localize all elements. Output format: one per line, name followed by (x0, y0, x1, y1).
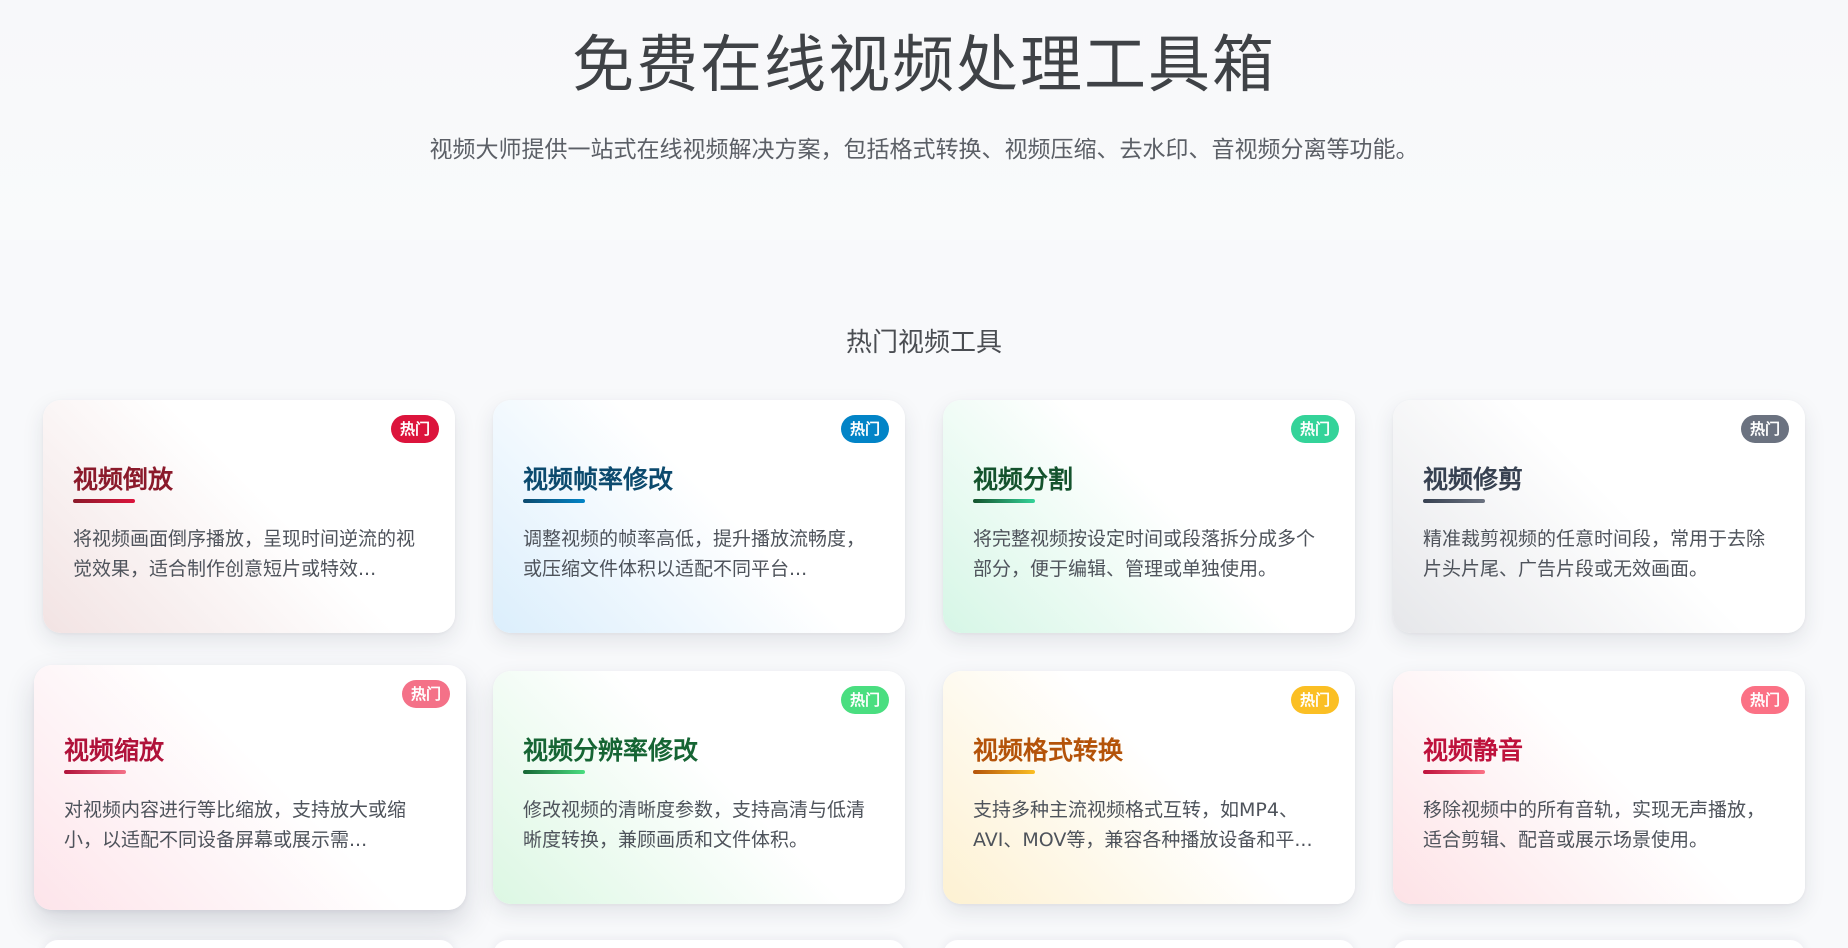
card-description: 修改视频的清晰度参数，支持高清与低清晰度转换，兼顾画质和文件体积。 (523, 799, 866, 851)
card-title: 视频倒放 (73, 465, 174, 494)
card-description: 将视频画面倒序播放，呈现时间逆流的视觉效果，适合制作创意短片或特效... (73, 528, 416, 580)
title-underline (523, 499, 585, 503)
tool-card-partial[interactable] (43, 940, 455, 948)
title-underline (973, 499, 1035, 503)
card-title: 视频分辨率修改 (523, 736, 699, 765)
card-title: 视频修剪 (1423, 465, 1524, 494)
card-title: 视频缩放 (64, 736, 165, 765)
page: 免费在线视频处理工具箱 视频大师提供一站式在线视频解决方案，包括格式转换、视频压… (0, 0, 1848, 948)
tool-card-grid: 热门 视频倒放 将视频画面倒序播放，呈现时间逆流的视觉效果，适合制作创意短片或特… (0, 0, 1848, 948)
tool-card-frame-rate[interactable]: 热门 视频帧率修改 调整视频的帧率高低，提升播放流畅度，或压缩文件体积以适配不同… (493, 400, 905, 633)
tool-card-video-trim[interactable]: 热门 视频修剪 精准裁剪视频的任意时间段，常用于去除片头片尾、广告片段或无效画面… (1393, 400, 1805, 633)
hot-badge: 热门 (840, 686, 889, 714)
hot-badge: 热门 (840, 415, 889, 443)
hot-badge: 热门 (1740, 415, 1789, 443)
card-description: 对视频内容进行等比缩放，支持放大或缩小，以适配不同设备屏幕或展示需... (64, 799, 407, 851)
tool-card-partial[interactable] (493, 940, 905, 948)
card-description: 调整视频的帧率高低，提升播放流畅度，或压缩文件体积以适配不同平台... (523, 528, 866, 580)
hot-badge: 热门 (1290, 415, 1339, 443)
tool-card-video-split[interactable]: 热门 视频分割 将完整视频按设定时间或段落拆分成多个部分，便于编辑、管理或单独使… (943, 400, 1355, 633)
title-underline (523, 770, 585, 774)
title-underline (973, 770, 1035, 774)
title-underline (1423, 499, 1485, 503)
title-underline (64, 770, 126, 774)
tool-card-video-mute[interactable]: 热门 视频静音 移除视频中的所有音轨，实现无声播放，适合剪辑、配音或展示场景使用… (1393, 671, 1805, 904)
hot-badge: 热门 (1290, 686, 1339, 714)
card-title: 视频格式转换 (973, 736, 1124, 765)
tool-card-video-scale[interactable]: 热门 视频缩放 对视频内容进行等比缩放，支持放大或缩小，以适配不同设备屏幕或展示… (34, 665, 466, 910)
tool-card-partial[interactable] (1393, 940, 1805, 948)
card-description: 将完整视频按设定时间或段落拆分成多个部分，便于编辑、管理或单独使用。 (973, 528, 1316, 580)
card-description: 精准裁剪视频的任意时间段，常用于去除片头片尾、广告片段或无效画面。 (1423, 528, 1766, 580)
hot-badge: 热门 (390, 415, 439, 443)
card-background (34, 665, 466, 910)
card-title: 视频分割 (973, 465, 1074, 494)
hot-badge: 热门 (401, 680, 450, 708)
tool-card-partial[interactable] (943, 940, 1355, 948)
tool-card-format-convert[interactable]: 热门 视频格式转换 支持多种主流视频格式互转，如MP4、AVI、MOV等，兼容各… (943, 671, 1355, 904)
hot-badge: 热门 (1740, 686, 1789, 714)
title-underline (1423, 770, 1485, 774)
title-underline (73, 499, 135, 503)
card-title: 视频帧率修改 (523, 465, 674, 494)
card-description: 移除视频中的所有音轨，实现无声播放，适合剪辑、配音或展示场景使用。 (1423, 799, 1766, 851)
card-title: 视频静音 (1423, 736, 1524, 765)
card-description: 支持多种主流视频格式互转，如MP4、AVI、MOV等，兼容各种播放设备和平... (973, 799, 1313, 851)
tool-card-resolution[interactable]: 热门 视频分辨率修改 修改视频的清晰度参数，支持高清与低清晰度转换，兼顾画质和文… (493, 671, 905, 904)
tool-card-video-reverse[interactable]: 热门 视频倒放 将视频画面倒序播放，呈现时间逆流的视觉效果，适合制作创意短片或特… (43, 400, 455, 633)
